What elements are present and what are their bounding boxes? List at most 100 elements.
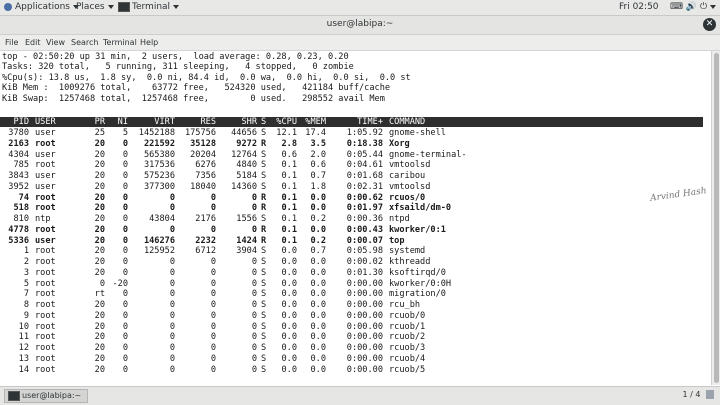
cell-pr: 20 bbox=[94, 224, 105, 235]
cell-s: R bbox=[261, 192, 267, 203]
cell-user: root bbox=[35, 310, 56, 321]
close-icon[interactable]: ✕ bbox=[703, 18, 716, 31]
menu-edit[interactable]: Edit bbox=[25, 38, 41, 47]
process-row: 785 root 20 0 317536 6276 4840 S 0.1 0.6 0:04.61 vm… bbox=[0, 160, 703, 170]
cell-shr: 5184 bbox=[236, 171, 257, 181]
cell-ni: 0 bbox=[122, 353, 128, 364]
cell-cpu: 0.1 bbox=[281, 160, 297, 171]
taskbar-item-terminal[interactable]: user@labipa:~ bbox=[4, 389, 89, 403]
cell-pr: 20 bbox=[94, 181, 105, 192]
system-tray[interactable]: ⌨ 🔊 ⏻ bbox=[670, 1, 717, 14]
cell-shr: 4840 bbox=[236, 160, 257, 171]
cell-mem: 0.2 bbox=[310, 214, 326, 224]
cell-time: 0:00.00 bbox=[346, 278, 383, 289]
cell-user: user bbox=[35, 171, 56, 181]
cell-pr: 20 bbox=[94, 214, 105, 224]
places-menu[interactable]: Places bbox=[76, 1, 114, 14]
cell-cmd: ntpd bbox=[389, 214, 410, 224]
cell-pr: 20 bbox=[94, 310, 105, 321]
cell-time: 0:00.00 bbox=[346, 310, 383, 321]
process-row: 3843 user 20 0 575236 7356 5184 S 0.1 0.7 0:01.68 c… bbox=[0, 171, 703, 181]
cell-cpu: 0.0 bbox=[281, 267, 297, 278]
cell-virt: 0 bbox=[169, 192, 175, 203]
cell-cmd: kworker/0:1 bbox=[389, 224, 446, 235]
cell-user: root bbox=[35, 160, 56, 171]
cell-pr: 20 bbox=[94, 353, 105, 364]
cell-s: S bbox=[261, 257, 267, 267]
cell-s: R bbox=[261, 235, 267, 246]
cell-pr: 20 bbox=[94, 321, 105, 332]
cell-shr: 0 bbox=[251, 343, 257, 353]
summary-tasks: Tasks: 320 total, 5 running, 311 sleepin… bbox=[2, 62, 354, 73]
cell-mem: 2.0 bbox=[310, 149, 326, 160]
cell-mem: 0.0 bbox=[310, 364, 326, 375]
cell-pr: 20 bbox=[94, 171, 105, 181]
cell-pr: 0 bbox=[99, 278, 105, 289]
terminal-app-menu[interactable]: Terminal bbox=[118, 1, 180, 14]
cell-mem: 0.6 bbox=[310, 160, 326, 171]
cell-virt: 0 bbox=[169, 353, 175, 364]
process-row: 3952 user 20 0 377300 18040 14360 S 0.1 1.8 0:02.3… bbox=[0, 182, 703, 192]
cell-user: user bbox=[35, 128, 56, 138]
cell-cmd: top bbox=[389, 235, 405, 246]
cell-ni: 0 bbox=[122, 332, 128, 343]
window-title: user@labipa:~ bbox=[326, 19, 394, 29]
menu-file[interactable]: File bbox=[5, 38, 18, 47]
cell-user: user bbox=[35, 235, 56, 246]
cell-s: S bbox=[261, 300, 267, 310]
cell-virt: 0 bbox=[169, 310, 175, 321]
cell-s: S bbox=[261, 128, 267, 138]
cell-pid: 2 bbox=[23, 257, 29, 267]
terminal-scrollbar[interactable] bbox=[711, 51, 720, 385]
cell-cpu: 12.1 bbox=[276, 128, 297, 138]
scrollbar-thumb[interactable] bbox=[714, 53, 719, 383]
cell-ni: 0 bbox=[122, 289, 128, 300]
cell-mem: 0.0 bbox=[310, 343, 326, 353]
cell-user: user bbox=[35, 181, 56, 192]
cell-cpu: 0.1 bbox=[281, 171, 297, 181]
col-mem: %MEM bbox=[305, 117, 326, 127]
cell-time: 0:18.38 bbox=[346, 138, 383, 149]
cell-s: S bbox=[261, 246, 267, 257]
chevron-down-icon bbox=[173, 4, 180, 9]
cell-s: S bbox=[261, 160, 267, 171]
terminal-output[interactable]: top - 02:50:20 up 31 min, 2 users, load … bbox=[0, 51, 711, 385]
cell-virt: 0 bbox=[169, 278, 175, 289]
cell-shr: 1556 bbox=[236, 214, 257, 224]
power-icon: ⏻ bbox=[699, 2, 708, 12]
cell-cmd: kworker/0:0H bbox=[389, 278, 452, 289]
cell-virt: 0 bbox=[169, 224, 175, 235]
keyboard-icon: ⌨ bbox=[670, 2, 683, 12]
cell-mem: 1.8 bbox=[310, 181, 326, 192]
window-title-bar[interactable]: user@labipa:~ ✕ bbox=[0, 16, 720, 35]
cell-time: 0:01.30 bbox=[346, 267, 383, 278]
cell-shr: 14360 bbox=[231, 181, 257, 192]
cell-pid: 13 bbox=[18, 353, 29, 364]
terminal-icon bbox=[8, 390, 20, 401]
cell-pr: 20 bbox=[94, 332, 105, 343]
menu-terminal[interactable]: Terminal bbox=[103, 38, 137, 47]
menu-help[interactable]: Help bbox=[140, 38, 158, 47]
cell-time: 0:00.62 bbox=[346, 192, 383, 203]
menu-search[interactable]: Search bbox=[71, 38, 98, 47]
col-res: RES bbox=[200, 117, 216, 127]
cell-res: 0 bbox=[210, 192, 216, 203]
workspace-pager[interactable]: 1 / 4 bbox=[682, 389, 714, 401]
cell-s: S bbox=[261, 353, 267, 364]
cell-shr: 0 bbox=[251, 192, 257, 203]
cell-pr: 20 bbox=[94, 267, 105, 278]
cell-res: 0 bbox=[210, 310, 216, 321]
cell-virt: 1452188 bbox=[138, 128, 175, 138]
clock[interactable]: Fri 02:50 bbox=[619, 1, 659, 14]
cell-cmd: rcu_bh bbox=[389, 300, 421, 310]
menu-view[interactable]: View bbox=[46, 38, 65, 47]
cell-res: 20204 bbox=[190, 149, 216, 160]
process-row: 1 root 20 0 125952 6712 3904 S 0.0 0.7 0:05.98 syst… bbox=[0, 246, 703, 256]
cell-pr: 20 bbox=[94, 257, 105, 267]
cell-pid: 3 bbox=[23, 267, 29, 278]
summary-swap: KiB Swap: 1257468 total, 1257468 free, 0… bbox=[2, 93, 385, 104]
chevron-down-icon bbox=[710, 4, 717, 9]
cell-virt: 0 bbox=[169, 321, 175, 332]
applications-menu[interactable]: Applications bbox=[4, 1, 79, 14]
cell-s: S bbox=[261, 343, 267, 353]
